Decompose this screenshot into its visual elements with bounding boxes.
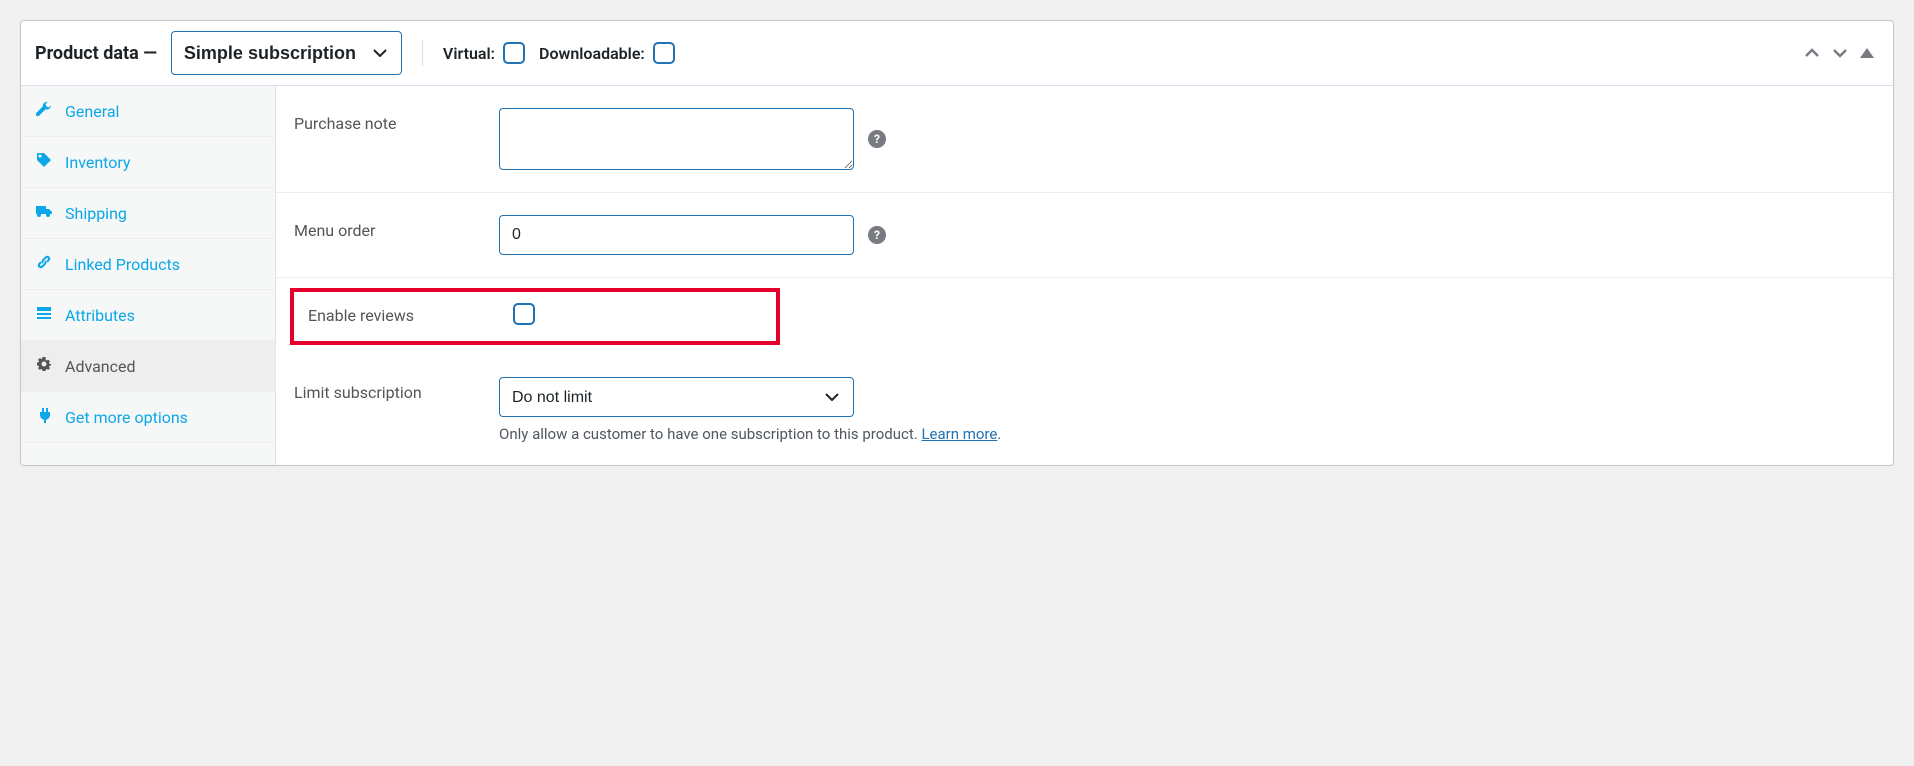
product-data-panel: Product data — Simple subscription Virtu…	[20, 20, 1894, 466]
link-icon	[35, 254, 53, 274]
tab-label: Advanced	[65, 357, 136, 376]
limit-subscription-label: Limit subscription	[294, 377, 479, 402]
downloadable-label: Downloadable:	[539, 44, 645, 63]
learn-more-link[interactable]: Learn more	[921, 425, 997, 443]
product-data-tabs: General Inventory Shipping Linked Produc…	[21, 86, 276, 465]
limit-subscription-hint: Only allow a customer to have one subscr…	[499, 425, 1001, 443]
plug-icon	[35, 407, 53, 427]
virtual-checkbox[interactable]	[503, 42, 525, 64]
panel-down-icon[interactable]	[1827, 40, 1853, 66]
tab-advanced[interactable]: Advanced	[21, 341, 275, 392]
list-icon	[35, 305, 53, 325]
tab-general[interactable]: General	[21, 86, 275, 137]
tab-label: Get more options	[65, 408, 188, 427]
virtual-label: Virtual:	[443, 44, 495, 63]
panel-toggle-icon[interactable]	[1855, 41, 1879, 65]
panel-up-icon[interactable]	[1799, 40, 1825, 66]
panel-header: Product data — Simple subscription Virtu…	[21, 21, 1893, 86]
downloadable-checkbox[interactable]	[653, 42, 675, 64]
tab-label: Linked Products	[65, 255, 180, 274]
panel-title: Product data —	[35, 43, 157, 64]
gear-icon	[35, 356, 53, 376]
tab-shipping[interactable]: Shipping	[21, 188, 275, 239]
row-limit-subscription: Limit subscription Do not limit Only all…	[276, 355, 1893, 465]
tab-attributes[interactable]: Attributes	[21, 290, 275, 341]
truck-icon	[35, 203, 53, 223]
panel-header-controls	[1799, 40, 1879, 66]
enable-reviews-checkbox[interactable]	[513, 303, 535, 325]
menu-order-input[interactable]	[499, 215, 854, 255]
wrench-icon	[35, 101, 53, 121]
virtual-option: Virtual:	[443, 42, 525, 64]
row-purchase-note: Purchase note ?	[276, 86, 1893, 193]
tab-label: Shipping	[65, 204, 127, 223]
header-divider	[422, 40, 423, 66]
panel-body: General Inventory Shipping Linked Produc…	[21, 86, 1893, 465]
tag-icon	[35, 152, 53, 172]
advanced-content: Purchase note ? Menu order ? Enable revi…	[276, 86, 1893, 465]
tab-label: Inventory	[65, 153, 131, 172]
purchase-note-textarea[interactable]	[499, 108, 854, 170]
help-icon[interactable]: ?	[868, 226, 886, 244]
enable-reviews-highlight: Enable reviews	[290, 288, 780, 345]
help-icon[interactable]: ?	[868, 130, 886, 148]
tab-inventory[interactable]: Inventory	[21, 137, 275, 188]
row-menu-order: Menu order ?	[276, 193, 1893, 278]
tab-label: Attributes	[65, 306, 135, 325]
product-type-select[interactable]: Simple subscription	[171, 31, 402, 75]
limit-subscription-select[interactable]: Do not limit	[499, 377, 854, 417]
menu-order-label: Menu order	[294, 215, 479, 240]
tab-get-more-options[interactable]: Get more options	[21, 392, 275, 443]
tab-linked-products[interactable]: Linked Products	[21, 239, 275, 290]
downloadable-option: Downloadable:	[539, 42, 675, 64]
enable-reviews-label: Enable reviews	[308, 302, 493, 325]
tab-label: General	[65, 102, 119, 121]
purchase-note-label: Purchase note	[294, 108, 479, 133]
